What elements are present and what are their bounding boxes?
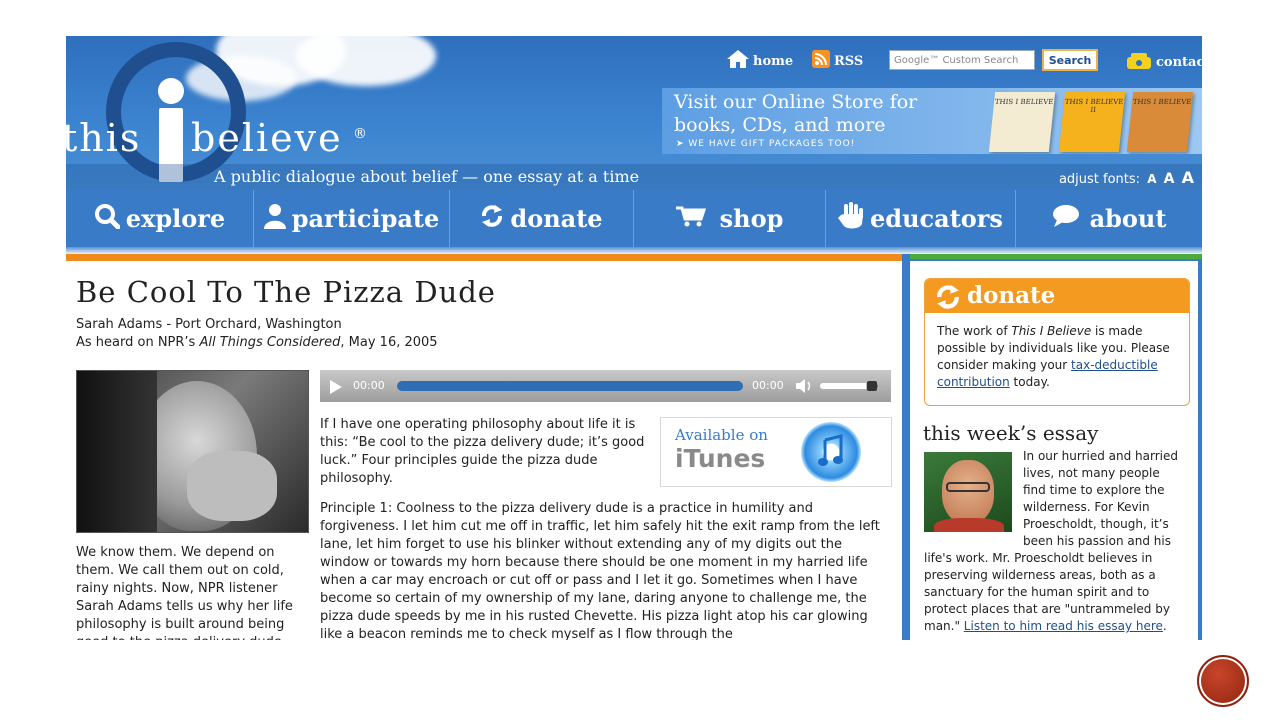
itunes-cd-icon bbox=[801, 422, 861, 482]
font-size-medium-button[interactable]: A bbox=[1164, 171, 1175, 187]
itunes-label: iTunes bbox=[675, 444, 766, 473]
featured-author-photo[interactable] bbox=[924, 452, 1012, 532]
phone-icon bbox=[1126, 50, 1152, 74]
store-banner-line2: books, CDs, and more bbox=[674, 114, 886, 136]
book-cover: THIS I BELIEVE bbox=[988, 92, 1056, 152]
content-accent-bar bbox=[66, 254, 902, 261]
donate-title: donate bbox=[967, 282, 1056, 309]
donate-text-part: today. bbox=[1009, 375, 1050, 389]
listen-essay-link[interactable]: Listen to him read his essay here bbox=[964, 619, 1163, 633]
rss-icon bbox=[812, 50, 830, 72]
speech-bubble-icon bbox=[1052, 204, 1080, 234]
home-link[interactable]: home bbox=[727, 50, 793, 72]
registered-mark: ® bbox=[353, 126, 367, 142]
rss-label: RSS bbox=[834, 53, 864, 69]
portrait-hand bbox=[187, 451, 277, 521]
essay-summary: In our hurried and harried lives, not ma… bbox=[1023, 449, 1179, 548]
essay-paragraph: If I have one operating philosophy about… bbox=[320, 417, 645, 486]
essay-summary-continued: life's work. Mr. Proescholdt believes in… bbox=[924, 550, 1186, 635]
program-title: This I Believe bbox=[1011, 324, 1092, 338]
logo-word-believe[interactable]: believe bbox=[191, 119, 343, 157]
essay-title: Be Cool To The Pizza Dude bbox=[76, 275, 496, 309]
broadcast-date: , May 16, 2005 bbox=[340, 335, 438, 350]
itunes-badge[interactable]: Available on iTunes bbox=[660, 417, 892, 487]
nav-label: explore bbox=[125, 204, 226, 233]
nav-educators[interactable]: educators bbox=[826, 190, 1016, 247]
volume-handle[interactable] bbox=[867, 381, 877, 391]
portrait-face bbox=[942, 460, 994, 524]
home-label: home bbox=[753, 53, 794, 69]
contact-link[interactable]: contact bbox=[1126, 50, 1202, 74]
logo-word-this[interactable]: this bbox=[66, 119, 141, 157]
book-cover: THIS I BELIEVE II bbox=[1058, 92, 1126, 152]
author-photo bbox=[76, 370, 309, 533]
donate-text: The work of This I Believe is made possi… bbox=[937, 323, 1183, 391]
donate-header[interactable]: donate bbox=[925, 279, 1189, 313]
contact-label: contact bbox=[1156, 54, 1202, 70]
progress-bar[interactable] bbox=[397, 381, 743, 391]
logo-i-dot bbox=[158, 78, 184, 104]
nav-label: shop bbox=[719, 204, 784, 233]
this-weeks-essay-heading: this week’s essay bbox=[923, 421, 1099, 445]
nav-label: about bbox=[1089, 204, 1167, 233]
itunes-name: iTunes bbox=[675, 444, 765, 473]
program-name: All Things Considered bbox=[199, 335, 341, 350]
nav-donate[interactable]: donate bbox=[450, 190, 634, 247]
store-banner-line1: Visit our Online Store for bbox=[674, 91, 918, 113]
font-size-large-button[interactable]: A bbox=[1182, 168, 1194, 187]
font-size-small-button[interactable]: A bbox=[1147, 172, 1156, 186]
person-icon bbox=[263, 203, 286, 235]
slide-corner-badge bbox=[1197, 655, 1249, 707]
site-header: this believe ® A public dialogue about b… bbox=[66, 36, 1202, 190]
sidebar-accent-bar bbox=[910, 254, 1202, 259]
sidebar: donate The work of This I Believe is mad… bbox=[910, 261, 1198, 640]
donate-box: donate The work of This I Believe is mad… bbox=[924, 278, 1190, 406]
search-input[interactable]: Google™ Custom Search bbox=[889, 50, 1035, 70]
audio-player[interactable]: 00:00 00:00 bbox=[320, 370, 891, 402]
store-banner-line3: ➤ WE HAVE GIFT PACKAGES TOO! bbox=[676, 139, 856, 149]
book-cover: THIS I BELIEVE bbox=[1126, 92, 1194, 152]
this-i-believe-website: this believe ® A public dialogue about b… bbox=[66, 36, 1202, 640]
time-elapsed: 00:00 bbox=[353, 379, 385, 392]
cart-icon bbox=[675, 204, 706, 233]
essay-intro: We know them. We depend on them. We call… bbox=[76, 545, 293, 640]
nav-label: donate bbox=[510, 204, 603, 233]
volume-icon[interactable] bbox=[796, 378, 814, 398]
play-icon[interactable] bbox=[330, 379, 342, 398]
broadcast-line: As heard on NPR’s All Things Considered,… bbox=[76, 335, 438, 350]
search-button[interactable]: Search bbox=[1042, 49, 1098, 71]
recycle-arrows-icon bbox=[480, 204, 504, 234]
time-total: 00:00 bbox=[752, 379, 784, 392]
adjust-fonts: adjust fonts: A A A bbox=[1059, 168, 1194, 187]
main-navigation: explore participate donate shop educator… bbox=[66, 190, 1202, 247]
itunes-available-label: Available on bbox=[675, 426, 768, 444]
home-icon bbox=[727, 50, 749, 72]
rss-link[interactable]: RSS bbox=[812, 50, 863, 72]
tagline: A public dialogue about belief — one ess… bbox=[214, 167, 640, 186]
hand-icon bbox=[838, 201, 864, 236]
author-line: Sarah Adams - Port Orchard, Washington bbox=[76, 317, 342, 332]
online-store-banner[interactable]: Visit our Online Store for books, CDs, a… bbox=[662, 88, 1202, 154]
adjust-fonts-label: adjust fonts: bbox=[1058, 172, 1141, 187]
broadcast-prefix: As heard on NPR’s bbox=[76, 335, 200, 350]
essay-paragraph: Principle 1: Coolness to the pizza deliv… bbox=[320, 501, 880, 640]
nav-explore[interactable]: explore bbox=[66, 190, 254, 247]
portrait-glasses bbox=[946, 482, 990, 492]
search-icon bbox=[94, 203, 121, 235]
nav-about[interactable]: about bbox=[1016, 190, 1202, 247]
portrait-shirt bbox=[934, 518, 1004, 532]
essay-summary-text: . bbox=[1162, 619, 1167, 633]
recycle-arrows-icon bbox=[935, 284, 961, 314]
donate-text-part: The work of bbox=[937, 324, 1012, 338]
portrait-hair bbox=[77, 371, 157, 532]
nav-shop[interactable]: shop bbox=[634, 190, 826, 247]
nav-label: participate bbox=[291, 204, 440, 233]
nav-label: educators bbox=[870, 204, 1003, 233]
nav-participate[interactable]: participate bbox=[254, 190, 450, 247]
